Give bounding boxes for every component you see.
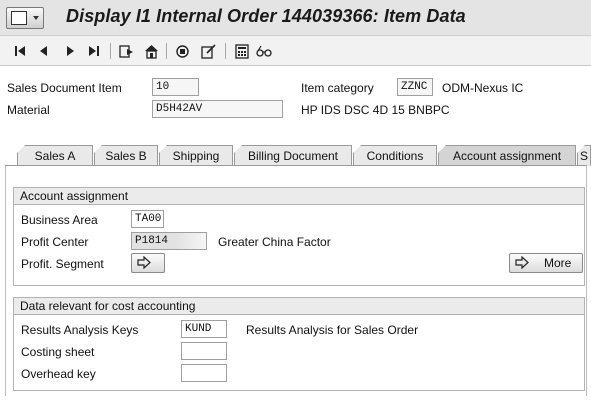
profit-center-field[interactable]: P1814 xyxy=(131,232,207,250)
title-bar: Display I1 Internal Order 144039366: Ite… xyxy=(0,0,591,36)
group-title: Account assignment xyxy=(14,188,584,205)
last-page-icon[interactable] xyxy=(86,43,102,59)
previous-page-icon[interactable] xyxy=(36,43,52,59)
results-analysis-description: Results Analysis for Sales Order xyxy=(246,323,419,337)
document-flow-icon[interactable] xyxy=(200,43,216,59)
material-description: HP IDS DSC 4D 15 BNBPC xyxy=(301,103,450,117)
business-area-field[interactable]: TA00 xyxy=(131,210,164,228)
business-area-label: Business Area xyxy=(21,213,98,227)
results-analysis-key-label: Results Analysis Keys xyxy=(21,323,139,337)
tab-shipping[interactable]: Shipping xyxy=(159,145,233,166)
cost-accounting-group: Data relevant for cost accounting xyxy=(13,297,585,391)
costing-sheet-field[interactable] xyxy=(181,342,227,360)
material-label: Material xyxy=(7,103,50,117)
profit-center-description: Greater China Factor xyxy=(218,235,331,249)
tab-more-truncated[interactable]: S xyxy=(577,145,591,166)
more-button[interactable]: More xyxy=(509,253,583,273)
item-category-description: ODM-Nexus IC xyxy=(442,81,524,95)
tab-conditions[interactable]: Conditions xyxy=(353,145,437,166)
other-item-icon[interactable] xyxy=(118,43,134,59)
costing-sheet-label: Costing sheet xyxy=(21,345,95,359)
overhead-key-field[interactable] xyxy=(181,364,227,382)
results-analysis-key-field[interactable]: KUND xyxy=(181,320,227,338)
tab-sales-a[interactable]: Sales A xyxy=(17,145,93,166)
arrow-right-icon xyxy=(515,255,529,272)
overhead-key-label: Overhead key xyxy=(21,367,96,381)
item-category-field[interactable]: ZZNC xyxy=(397,78,433,96)
window-title: Display I1 Internal Order 144039366: Ite… xyxy=(66,6,466,26)
system-menu-button[interactable] xyxy=(6,7,44,29)
arrow-right-icon xyxy=(137,255,151,272)
chevron-down-icon xyxy=(33,16,39,20)
sales-doc-item-field[interactable]: 10 xyxy=(152,78,199,96)
tab-account-assignment[interactable]: Account assignment xyxy=(438,145,576,166)
tab-sales-b[interactable]: Sales B xyxy=(94,145,158,166)
next-page-icon[interactable] xyxy=(62,43,78,59)
glasses-icon[interactable] xyxy=(256,43,272,59)
toolbar-separator xyxy=(225,43,226,59)
sales-doc-item-label: Sales Document Item xyxy=(7,81,122,95)
header-icon[interactable] xyxy=(143,43,159,59)
calculator-icon[interactable] xyxy=(234,43,250,59)
more-button-label: More xyxy=(544,256,572,270)
profit-segment-button[interactable] xyxy=(131,253,165,273)
application-toolbar xyxy=(0,36,591,66)
item-overview-icon[interactable] xyxy=(174,43,190,59)
toolbar-separator xyxy=(166,43,167,59)
item-category-label: Item category xyxy=(301,81,374,95)
first-page-icon[interactable] xyxy=(12,43,28,59)
tab-billing-document[interactable]: Billing Document xyxy=(234,145,352,166)
material-field[interactable]: D5H42AV xyxy=(152,100,283,118)
profit-center-label: Profit Center xyxy=(21,235,89,249)
profit-segment-label: Profit. Segment xyxy=(21,257,104,271)
group-title: Data relevant for cost accounting xyxy=(14,298,584,315)
tab-strip: Sales A Sales B Shipping Billing Documen… xyxy=(5,144,591,166)
toolbar-separator xyxy=(110,43,111,59)
system-menu-icon xyxy=(11,11,27,25)
